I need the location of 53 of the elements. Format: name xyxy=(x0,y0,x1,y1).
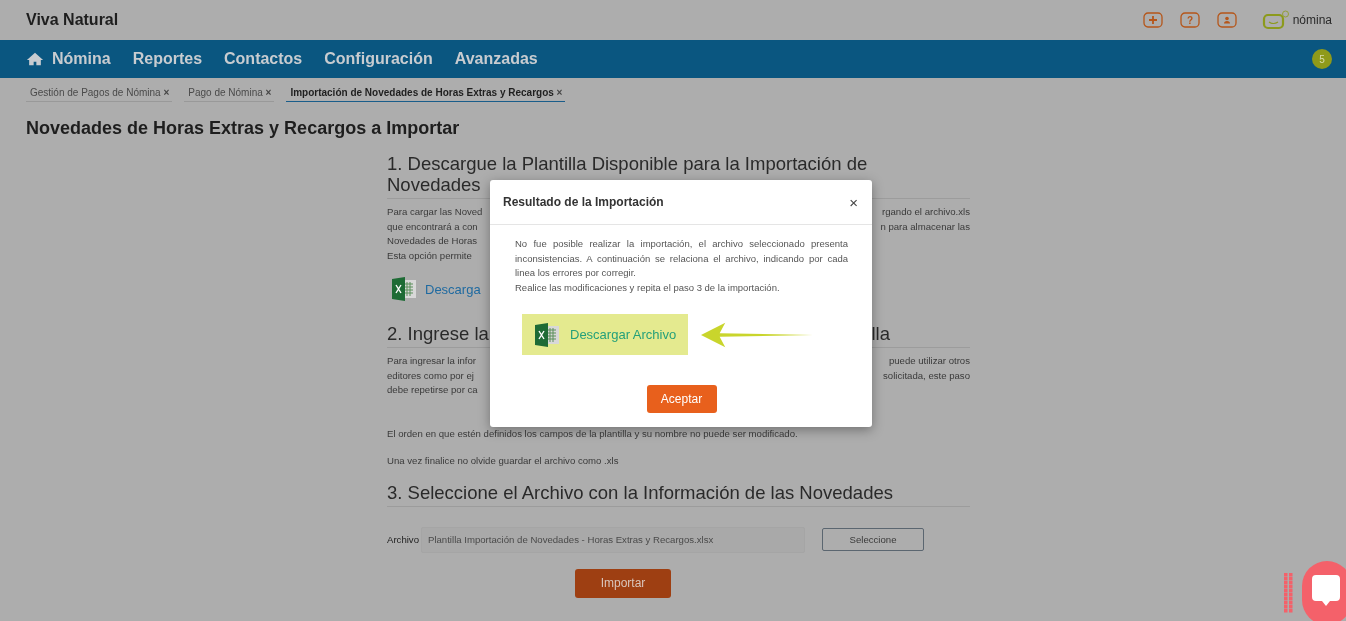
nav-link[interactable]: Reportes xyxy=(132,50,203,68)
close-icon[interactable]: × xyxy=(556,87,563,98)
close-button[interactable]: × xyxy=(847,193,860,211)
close-icon[interactable]: × xyxy=(163,87,170,98)
chat-icon[interactable] xyxy=(1302,561,1346,621)
body-text: editores como por ej xyxy=(387,368,474,383)
body-text: Novedades de Horas xyxy=(387,234,478,248)
excel-icon xyxy=(534,321,560,348)
select-button[interactable]: Seleccione xyxy=(822,528,924,551)
download-link[interactable]: Descarga xyxy=(425,281,481,297)
body-text: Esta opción permite xyxy=(387,248,472,263)
body-text: solicitada, este paso xyxy=(883,368,970,383)
section-heading: 2. Ingrese la xyxy=(387,323,489,344)
download-button[interactable]: Descargar Archivo xyxy=(522,314,689,355)
plus-icon[interactable] xyxy=(1142,12,1163,28)
accept-button[interactable]: Aceptar xyxy=(646,385,717,413)
nav-link[interactable]: Nómina xyxy=(52,50,111,68)
file-field[interactable]: Plantilla Importación de Novedades - Horas Extras y Recargos.xlsx xyxy=(421,526,805,553)
body-text: debe repetirse por ca xyxy=(387,383,478,397)
dots-icon xyxy=(1284,573,1294,613)
help-icon[interactable]: ? xyxy=(1179,12,1200,28)
body-text: n para almacenar las xyxy=(880,219,970,234)
user-icon[interactable] xyxy=(1216,12,1237,28)
tv-smile-icon xyxy=(1261,10,1290,30)
nav-link[interactable]: Configuración xyxy=(324,50,433,68)
section-heading: lla xyxy=(871,323,890,344)
body-text: El orden en que estén definidos los campos de la plantilla y su nombre no puede ser modificado. xyxy=(387,426,798,441)
section-heading: 3. Seleccione el Archivo con la Información de las Novedades xyxy=(387,481,893,503)
message-text: Realice las modificaciones y repita el paso 3 de la importación. xyxy=(515,280,781,295)
company-name: Viva Natural xyxy=(26,11,119,29)
notification-badge: 5 xyxy=(1312,49,1332,69)
section-heading: Novedades xyxy=(387,174,481,195)
excel-icon xyxy=(391,276,417,302)
body-text: Para ingresar la infor xyxy=(387,354,477,368)
nav-link[interactable]: Contactos xyxy=(224,50,303,68)
breadcrumb-tab[interactable]: Importación de Novedades de Horas Extras y Recargos × xyxy=(286,85,566,102)
dialog-title: Resultado de la Importación xyxy=(503,195,664,209)
import-button[interactable]: Importar xyxy=(575,568,671,598)
close-icon[interactable]: × xyxy=(265,87,272,98)
breadcrumb-tab[interactable]: Gestión de Pagos de Nómina × xyxy=(26,85,173,102)
body-text: puede utilizar otros xyxy=(888,354,970,368)
home-icon[interactable] xyxy=(26,51,44,67)
nav-link[interactable]: Avanzadas xyxy=(454,50,538,68)
body-text: Para cargar las Noved xyxy=(387,205,483,219)
body-text: rgando el archivo.xls xyxy=(882,205,970,219)
product-name: nómina xyxy=(1292,13,1332,27)
field-label: Archivo xyxy=(387,534,419,545)
body-text: Una vez finalice no olvide guardar el archivo como .xls xyxy=(387,454,619,468)
message-text: No fue posible realizar la importación, el archivo seleccionado presenta inconsistencias. A continuación se relaciona el archivo, indicando por cada linea los errores por corregir. xyxy=(515,237,848,280)
body-text: que encontrará a con xyxy=(387,219,478,234)
page-title: Novedades de Horas Extras y Recargos a Importar xyxy=(26,118,461,139)
section-heading: 1. Descargue la Plantilla Disponible para la Importación de xyxy=(387,153,868,174)
breadcrumb-tab[interactable]: Pago de Nómina × xyxy=(184,85,275,102)
